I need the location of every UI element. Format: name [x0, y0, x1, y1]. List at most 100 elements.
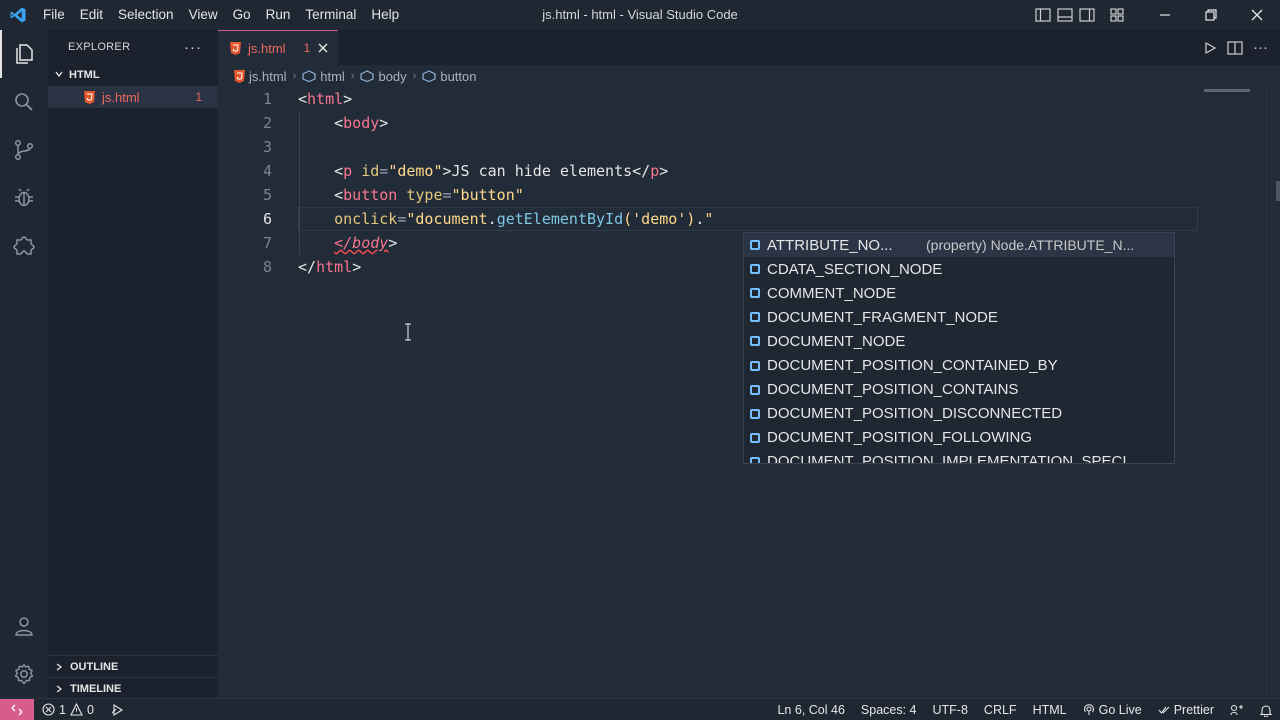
folder-html[interactable]: HTML: [48, 64, 218, 86]
file-item-js-html[interactable]: js.html 1: [48, 86, 218, 108]
breadcrumb-button[interactable]: button: [422, 69, 477, 84]
suggest-item-label: DOCUMENT_POSITION_DISCONNECTED: [767, 405, 1063, 423]
toggle-secondary-sidebar-icon[interactable]: [1076, 0, 1098, 30]
breadcrumb-body-label: body: [378, 68, 407, 84]
breadcrumb: js.html › html › body › button: [218, 65, 1280, 87]
accounts-icon[interactable]: [0, 602, 48, 650]
menu-go[interactable]: Go: [227, 0, 260, 30]
autocomplete-suggest-widget[interactable]: ATTRIBUTE_NO... (property) Node.ATTRIBUTE…: [743, 232, 1175, 464]
outline-section[interactable]: OUTLINE: [48, 655, 218, 677]
property-wrench-icon: [748, 239, 761, 252]
suggest-item[interactable]: COMMENT_NODE: [744, 281, 1174, 305]
restore-button[interactable]: [1188, 0, 1234, 30]
outline-label: OUTLINE: [70, 660, 119, 673]
split-editor-icon[interactable]: [1227, 40, 1243, 55]
language-mode[interactable]: HTML: [1025, 703, 1075, 717]
suggest-item-label: CDATA_SECTION_NODE: [767, 260, 943, 278]
cursor-position[interactable]: Ln 6, Col 46: [769, 703, 852, 717]
code-line[interactable]: 2 <body>: [218, 111, 1198, 135]
code-token: "button": [451, 186, 524, 204]
timeline-section[interactable]: TIMELINE: [48, 677, 218, 699]
suggest-item[interactable]: DOCUMENT_POSITION_IMPLEMENTATION_SPECI: [744, 450, 1174, 464]
code-token: html: [316, 258, 353, 276]
toggle-panel-icon[interactable]: [1054, 0, 1076, 30]
explorer-icon[interactable]: [0, 30, 48, 78]
vscode-logo-icon[interactable]: [0, 0, 36, 30]
code-token: >: [379, 114, 389, 132]
line-code: <p id="demo">JS can hide elements</p>: [298, 159, 668, 183]
code-token: 'demo': [632, 210, 687, 228]
suggest-item-label: DOCUMENT_POSITION_IMPLEMENTATION_SPECI: [767, 453, 1127, 464]
customize-layout-icon[interactable]: [1106, 0, 1128, 30]
element-cube-icon: [302, 70, 316, 82]
close-tab-icon[interactable]: [318, 40, 328, 57]
tab-label: js.html: [248, 40, 286, 56]
notifications-bell-icon[interactable]: [1252, 704, 1280, 717]
breadcrumb-body[interactable]: body: [360, 68, 407, 84]
line-ending-setting[interactable]: CRLF: [976, 703, 1025, 717]
menu-edit[interactable]: Edit: [74, 0, 112, 30]
run-test-icon[interactable]: [102, 703, 132, 717]
feedback-icon[interactable]: [1222, 704, 1252, 716]
warning-icon: [70, 703, 83, 716]
suggest-item[interactable]: DOCUMENT_NODE: [744, 329, 1174, 353]
editor-scrollbar[interactable]: [1266, 87, 1280, 698]
tab-js-html[interactable]: js.html 1: [218, 30, 338, 65]
breadcrumb-html[interactable]: html: [302, 69, 345, 84]
menu-selection[interactable]: Selection: [112, 0, 183, 30]
run-play-icon[interactable]: [1203, 41, 1217, 55]
minimap[interactable]: [1204, 89, 1250, 92]
line-code: </html>: [298, 255, 361, 279]
menu-run[interactable]: Run: [260, 0, 300, 30]
suggest-item[interactable]: DOCUMENT_POSITION_CONTAINED_BY: [744, 353, 1174, 377]
source-control-icon[interactable]: [0, 126, 48, 174]
code-line[interactable]: 3: [218, 135, 1198, 159]
menu-terminal[interactable]: Terminal: [299, 0, 365, 30]
extensions-icon[interactable]: [0, 222, 48, 270]
suggest-item[interactable]: DOCUMENT_POSITION_FOLLOWING: [744, 426, 1174, 450]
suggest-item[interactable]: ATTRIBUTE_NO... (property) Node.ATTRIBUTE…: [744, 233, 1174, 258]
code-line[interactable]: 6 onclick="document.getElementById('demo…: [218, 207, 1198, 231]
problems-indicator[interactable]: 1 0: [34, 703, 102, 717]
close-window-button[interactable]: [1234, 0, 1280, 30]
code-line[interactable]: 1 <html>: [218, 87, 1198, 111]
menu-file[interactable]: File: [37, 0, 74, 30]
code-token: <: [298, 186, 344, 204]
encoding-setting[interactable]: UTF-8: [925, 703, 976, 717]
menu-help[interactable]: Help: [365, 0, 408, 30]
manage-gear-icon[interactable]: [0, 650, 48, 698]
go-live-button[interactable]: Go Live: [1075, 703, 1150, 717]
breadcrumb-file[interactable]: js.html: [234, 69, 287, 84]
property-wrench-icon: [748, 311, 761, 324]
code-token: type: [406, 186, 443, 204]
line-code: <button type="button": [298, 183, 524, 207]
run-debug-icon[interactable]: [0, 174, 48, 222]
element-cube-icon: [422, 70, 436, 82]
suggest-item[interactable]: DOCUMENT_FRAGMENT_NODE: [744, 305, 1174, 329]
toggle-sidebar-icon[interactable]: [1032, 0, 1054, 30]
code-line[interactable]: 5 <button type="button": [218, 183, 1198, 207]
chevron-right-icon: ›: [350, 70, 355, 82]
chevron-down-icon: [54, 69, 64, 82]
line-number: 2: [262, 114, 272, 132]
code-line[interactable]: 4 <p id="demo">JS can hide elements</p>: [218, 159, 1198, 183]
go-live-label: Go Live: [1098, 703, 1142, 717]
indentation-setting[interactable]: Spaces: 4: [853, 703, 925, 717]
search-icon[interactable]: [0, 78, 48, 126]
menu-bar: File Edit Selection View Go Run Terminal…: [37, 0, 408, 30]
line-number: 6: [262, 210, 272, 228]
code-token: button: [343, 186, 398, 204]
prettier-button[interactable]: Prettier: [1150, 703, 1222, 717]
explorer-title: EXPLORER: [68, 41, 131, 53]
code-token: </: [298, 258, 317, 276]
suggest-item[interactable]: DOCUMENT_POSITION_CONTAINS: [744, 378, 1174, 402]
suggest-item[interactable]: DOCUMENT_POSITION_DISCONNECTED: [744, 402, 1174, 426]
more-actions-icon[interactable]: ···: [184, 39, 202, 56]
minimize-button[interactable]: [1142, 0, 1188, 30]
suggest-item-label: DOCUMENT_POSITION_CONTAINS: [767, 381, 1019, 399]
suggest-item[interactable]: CDATA_SECTION_NODE: [744, 257, 1174, 281]
menu-view[interactable]: View: [183, 0, 227, 30]
timeline-label: TIMELINE: [70, 682, 122, 695]
remote-indicator-icon[interactable]: [0, 698, 34, 720]
more-actions-icon[interactable]: ···: [1253, 39, 1268, 56]
